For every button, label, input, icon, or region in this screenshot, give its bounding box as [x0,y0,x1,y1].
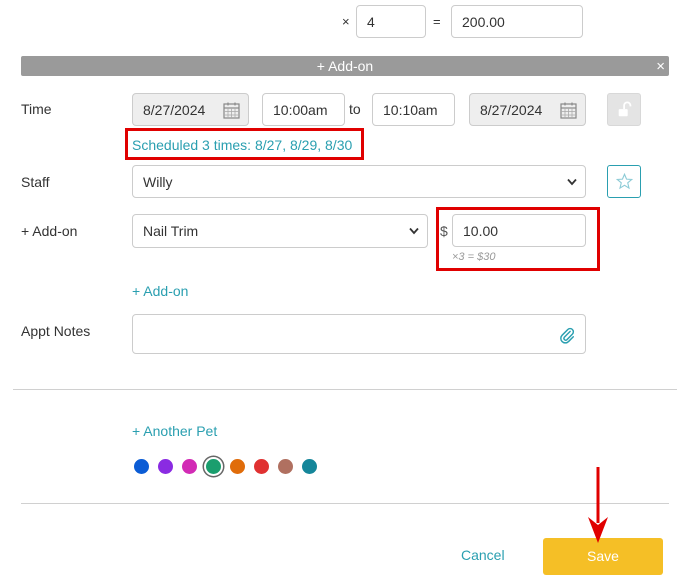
start-date-value: 8/27/2024 [143,101,206,118]
equals-sign: = [433,14,441,29]
scheduled-times-link[interactable]: Scheduled 3 times: 8/27, 8/29, 8/30 [132,137,352,153]
quantity-value: 4 [367,13,375,30]
annotation-arrow [588,467,608,543]
total-price-value: 200.00 [462,13,505,30]
staff-select[interactable]: Willy [132,165,586,198]
paperclip-icon[interactable] [558,326,576,344]
color-swatch[interactable] [278,459,293,474]
end-time-input[interactable]: 10:10am [372,93,455,126]
save-button-label: Save [587,548,619,564]
another-pet-link[interactable]: + Another Pet [132,423,217,439]
calendar-icon[interactable] [560,102,577,119]
end-date-input[interactable]: 8/27/2024 [469,93,586,126]
color-swatch[interactable] [134,459,149,474]
time-label: Time [21,101,52,117]
lock-button[interactable] [607,93,641,126]
add-addon-link[interactable]: + Add-on [132,283,188,299]
end-time-value: 10:10am [383,101,438,118]
addon-price-input[interactable]: 10.00 [452,214,586,247]
star-icon [616,173,633,190]
addon-bar-label: + Add-on [316,58,374,74]
color-swatch[interactable] [254,459,269,474]
color-swatch[interactable] [206,459,221,474]
chevron-down-icon [567,178,577,185]
addon-bar[interactable]: + Add-on × [21,56,669,76]
multiply-sign: × [342,14,350,29]
section-divider [13,389,677,390]
addon-selected-value: Nail Trim [143,223,199,239]
color-swatch[interactable] [230,459,245,474]
addon-price-value: 10.00 [463,222,499,239]
start-time-input[interactable]: 10:00am [262,93,345,126]
currency-symbol: $ [440,223,448,239]
calendar-icon[interactable] [223,102,240,119]
staff-label: Staff [21,174,50,190]
to-label: to [349,101,361,117]
start-time-value: 10:00am [273,101,328,118]
start-date-input[interactable]: 8/27/2024 [132,93,249,126]
multiplier-note: ×3 = $30 [452,251,496,263]
color-swatch[interactable] [158,459,173,474]
close-icon[interactable]: × [656,58,665,75]
appt-notes-label: Appt Notes [21,323,91,339]
addon-select[interactable]: Nail Trim [132,214,428,248]
cancel-button[interactable]: Cancel [461,547,505,563]
footer-divider [21,503,669,504]
end-date-value: 8/27/2024 [480,101,543,118]
quantity-input[interactable]: 4 [356,5,426,38]
total-price-input[interactable]: 200.00 [451,5,583,38]
color-swatch[interactable] [302,459,317,474]
appt-notes-input[interactable] [132,314,586,354]
staff-selected-value: Willy [143,173,173,190]
favorite-staff-button[interactable] [607,165,641,198]
addon-label: + Add-on [21,223,78,239]
chevron-down-icon [409,227,419,235]
unlock-icon [618,101,632,117]
color-swatch[interactable] [182,459,197,474]
